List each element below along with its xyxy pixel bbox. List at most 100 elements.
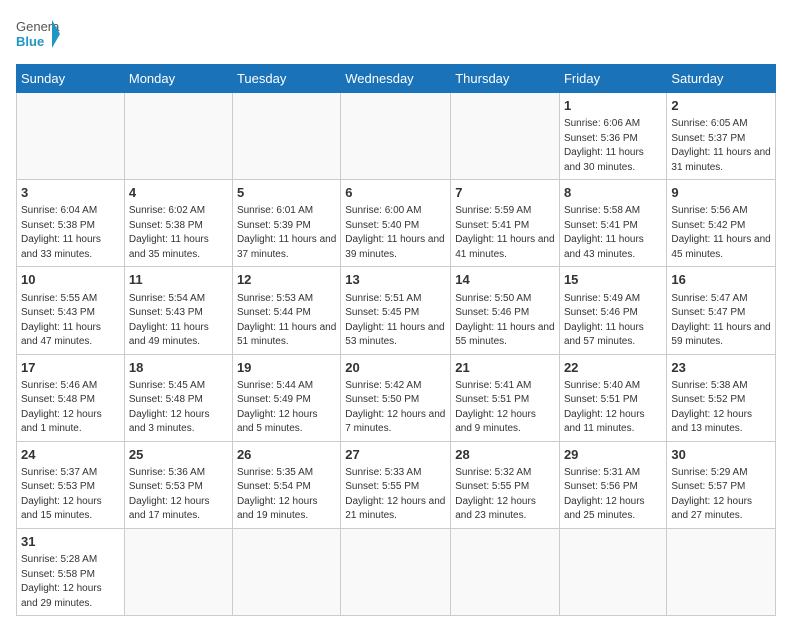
day-number: 21 bbox=[455, 359, 555, 377]
svg-text:Blue: Blue bbox=[16, 34, 44, 49]
day-info: Sunrise: 5:54 AM Sunset: 5:43 PM Dayligh… bbox=[129, 292, 228, 350]
day-info: Sunrise: 5:58 AM Sunset: 5:41 PM Dayligh… bbox=[564, 204, 662, 262]
calendar-cell: 28 Sunrise: 5:32 AM Sunset: 5:55 PM Dayli… bbox=[451, 441, 560, 528]
calendar-cell bbox=[124, 93, 232, 180]
day-number: 26 bbox=[237, 446, 336, 464]
weekday-header-wednesday: Wednesday bbox=[341, 65, 451, 93]
calendar-cell: 22Sunrise: 5:40 AM Sunset: 5:51 PM Dayli… bbox=[559, 354, 666, 441]
calendar-cell bbox=[341, 528, 451, 615]
day-number: 20 bbox=[345, 359, 446, 377]
day-info: Sunrise: 6:04 AM Sunset: 5:38 PM Dayligh… bbox=[21, 204, 120, 262]
day-info: Sunrise: 5:50 AM Sunset: 5:46 PM Dayligh… bbox=[455, 292, 555, 350]
page-header: General Blue bbox=[16, 16, 776, 52]
day-number: 8 bbox=[564, 184, 662, 202]
day-number: 27 bbox=[345, 446, 446, 464]
day-info: Sunrise: 5:31 AM Sunset: 5:56 PM Dayligh… bbox=[564, 466, 662, 524]
calendar-cell bbox=[232, 93, 340, 180]
calendar-cell: 17 Sunrise: 5:46 AM Sunset: 5:48 PM Dayli… bbox=[17, 354, 125, 441]
day-info: Sunrise: 5:51 AM Sunset: 5:45 PM Dayligh… bbox=[345, 292, 446, 350]
logo-svg: General Blue bbox=[16, 16, 60, 52]
day-number: 4 bbox=[129, 184, 228, 202]
day-number: 9 bbox=[671, 184, 771, 202]
day-info: Sunrise: 5:41 AM Sunset: 5:51 PM Dayligh… bbox=[455, 379, 555, 437]
calendar-cell: 18Sunrise: 5:45 AM Sunset: 5:48 PM Dayli… bbox=[124, 354, 232, 441]
weekday-header-row: SundayMondayTuesdayWednesdayThursdayFrid… bbox=[17, 65, 776, 93]
weekday-header-thursday: Thursday bbox=[451, 65, 560, 93]
day-number: 13 bbox=[345, 271, 446, 289]
day-info: Sunrise: 5:33 AM Sunset: 5:55 PM Dayligh… bbox=[345, 466, 446, 524]
day-number: 10 bbox=[21, 271, 120, 289]
day-number: 19 bbox=[237, 359, 336, 377]
day-number: 17 bbox=[21, 359, 120, 377]
day-info: Sunrise: 6:00 AM Sunset: 5:40 PM Dayligh… bbox=[345, 204, 446, 262]
day-info: Sunrise: 6:05 AM Sunset: 5:37 PM Dayligh… bbox=[671, 117, 771, 175]
weekday-header-monday: Monday bbox=[124, 65, 232, 93]
calendar-cell bbox=[667, 528, 776, 615]
calendar-cell: 1 Sunrise: 6:06 AM Sunset: 5:36 PM Daylig… bbox=[559, 93, 666, 180]
day-number: 29 bbox=[564, 446, 662, 464]
day-number: 16 bbox=[671, 271, 771, 289]
calendar-cell bbox=[17, 93, 125, 180]
day-number: 28 bbox=[455, 446, 555, 464]
calendar-cell: 25 Sunrise: 5:36 AM Sunset: 5:53 PM Dayli… bbox=[124, 441, 232, 528]
day-number: 12 bbox=[237, 271, 336, 289]
day-number: 23 bbox=[671, 359, 771, 377]
calendar-cell: 14 Sunrise: 5:50 AM Sunset: 5:46 PM Dayli… bbox=[451, 267, 560, 354]
calendar-cell: 13 Sunrise: 5:51 AM Sunset: 5:45 PM Dayli… bbox=[341, 267, 451, 354]
week-row-0: 1 Sunrise: 6:06 AM Sunset: 5:36 PM Daylig… bbox=[17, 93, 776, 180]
calendar-cell: 31Sunrise: 5:28 AM Sunset: 5:58 PM Dayli… bbox=[17, 528, 125, 615]
day-number: 18 bbox=[129, 359, 228, 377]
day-number: 7 bbox=[455, 184, 555, 202]
calendar-cell: 2 Sunrise: 6:05 AM Sunset: 5:37 PM Daylig… bbox=[667, 93, 776, 180]
day-info: Sunrise: 5:47 AM Sunset: 5:47 PM Dayligh… bbox=[671, 292, 771, 350]
weekday-header-friday: Friday bbox=[559, 65, 666, 93]
calendar-cell: 16 Sunrise: 5:47 AM Sunset: 5:47 PM Dayli… bbox=[667, 267, 776, 354]
weekday-header-sunday: Sunday bbox=[17, 65, 125, 93]
day-number: 1 bbox=[564, 97, 662, 115]
day-info: Sunrise: 5:36 AM Sunset: 5:53 PM Dayligh… bbox=[129, 466, 228, 524]
day-info: Sunrise: 5:55 AM Sunset: 5:43 PM Dayligh… bbox=[21, 292, 120, 350]
day-info: Sunrise: 6:01 AM Sunset: 5:39 PM Dayligh… bbox=[237, 204, 336, 262]
day-info: Sunrise: 5:44 AM Sunset: 5:49 PM Dayligh… bbox=[237, 379, 336, 437]
day-info: Sunrise: 5:35 AM Sunset: 5:54 PM Dayligh… bbox=[237, 466, 336, 524]
calendar-cell: 27 Sunrise: 5:33 AM Sunset: 5:55 PM Dayli… bbox=[341, 441, 451, 528]
day-number: 30 bbox=[671, 446, 771, 464]
week-row-2: 10 Sunrise: 5:55 AM Sunset: 5:43 PM Dayli… bbox=[17, 267, 776, 354]
calendar-cell bbox=[451, 93, 560, 180]
calendar-cell: 20 Sunrise: 5:42 AM Sunset: 5:50 PM Dayli… bbox=[341, 354, 451, 441]
calendar-cell: 12Sunrise: 5:53 AM Sunset: 5:44 PM Dayli… bbox=[232, 267, 340, 354]
calendar-cell: 29 Sunrise: 5:31 AM Sunset: 5:56 PM Dayli… bbox=[559, 441, 666, 528]
day-info: Sunrise: 5:46 AM Sunset: 5:48 PM Dayligh… bbox=[21, 379, 120, 437]
day-number: 25 bbox=[129, 446, 228, 464]
day-number: 3 bbox=[21, 184, 120, 202]
day-number: 24 bbox=[21, 446, 120, 464]
day-number: 11 bbox=[129, 271, 228, 289]
day-number: 2 bbox=[671, 97, 771, 115]
calendar-table: SundayMondayTuesdayWednesdayThursdayFrid… bbox=[16, 64, 776, 616]
calendar-cell: 6 Sunrise: 6:00 AM Sunset: 5:40 PM Daylig… bbox=[341, 180, 451, 267]
day-number: 14 bbox=[455, 271, 555, 289]
week-row-3: 17 Sunrise: 5:46 AM Sunset: 5:48 PM Dayli… bbox=[17, 354, 776, 441]
calendar-cell bbox=[124, 528, 232, 615]
day-info: Sunrise: 6:06 AM Sunset: 5:36 PM Dayligh… bbox=[564, 117, 662, 175]
calendar-cell: 4Sunrise: 6:02 AM Sunset: 5:38 PM Daylig… bbox=[124, 180, 232, 267]
weekday-header-tuesday: Tuesday bbox=[232, 65, 340, 93]
day-info: Sunrise: 5:42 AM Sunset: 5:50 PM Dayligh… bbox=[345, 379, 446, 437]
day-number: 31 bbox=[21, 533, 120, 551]
calendar-cell: 11 Sunrise: 5:54 AM Sunset: 5:43 PM Dayli… bbox=[124, 267, 232, 354]
week-row-5: 31Sunrise: 5:28 AM Sunset: 5:58 PM Dayli… bbox=[17, 528, 776, 615]
day-info: Sunrise: 5:32 AM Sunset: 5:55 PM Dayligh… bbox=[455, 466, 555, 524]
day-number: 6 bbox=[345, 184, 446, 202]
calendar-cell bbox=[559, 528, 666, 615]
calendar-cell: 7Sunrise: 5:59 AM Sunset: 5:41 PM Daylig… bbox=[451, 180, 560, 267]
day-info: Sunrise: 5:40 AM Sunset: 5:51 PM Dayligh… bbox=[564, 379, 662, 437]
day-number: 5 bbox=[237, 184, 336, 202]
calendar-cell: 24 Sunrise: 5:37 AM Sunset: 5:53 PM Dayli… bbox=[17, 441, 125, 528]
calendar-cell: 21 Sunrise: 5:41 AM Sunset: 5:51 PM Dayli… bbox=[451, 354, 560, 441]
weekday-header-saturday: Saturday bbox=[667, 65, 776, 93]
day-info: Sunrise: 5:38 AM Sunset: 5:52 PM Dayligh… bbox=[671, 379, 771, 437]
calendar-body: 1 Sunrise: 6:06 AM Sunset: 5:36 PM Daylig… bbox=[17, 93, 776, 616]
calendar-cell bbox=[341, 93, 451, 180]
calendar-cell: 26 Sunrise: 5:35 AM Sunset: 5:54 PM Dayli… bbox=[232, 441, 340, 528]
day-info: Sunrise: 5:37 AM Sunset: 5:53 PM Dayligh… bbox=[21, 466, 120, 524]
